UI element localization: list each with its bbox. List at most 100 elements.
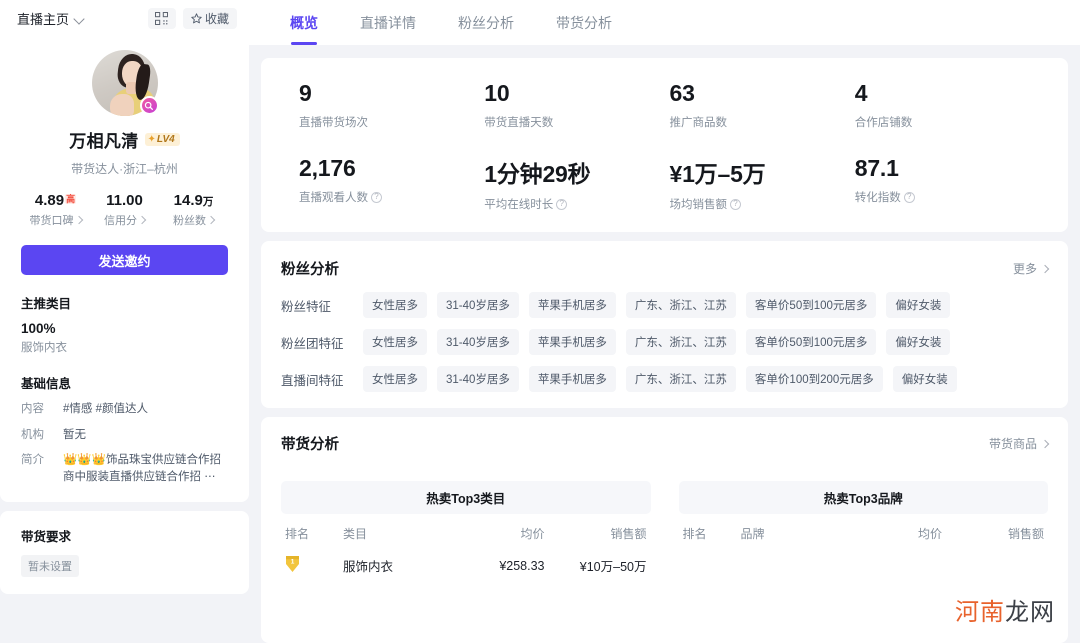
platform-badge-icon	[139, 96, 159, 115]
metric-value: 1分钟29秒	[484, 161, 591, 187]
fans-row-liveroom-traits: 直播间特征 女性居多 31-40岁居多 苹果手机居多 广东、浙江、江苏 客单价1…	[281, 366, 1048, 392]
send-invite-button[interactable]: 发送邀约	[21, 245, 228, 275]
column-sales-amount: 销售额	[610, 527, 647, 541]
top-categories-columns: 排名 类目 均价 销售额	[281, 514, 651, 542]
fans-row-label: 粉丝特征	[281, 299, 332, 314]
top-categories-table: 热卖Top3类目 排名 类目 均价 销售额 1 服饰内衣 ¥258.33 ¥10…	[281, 481, 651, 576]
profile-name-row: 万相凡清 ✦ LV4	[17, 127, 232, 152]
tab-bar: 概览 直播详情 粉丝分析 带货分析	[249, 0, 1080, 45]
qr-code-button[interactable]	[147, 8, 176, 29]
sales-section-header: 带货分析 带货商品	[281, 433, 1050, 454]
main-category-percent: 100%	[21, 321, 56, 336]
stat-reputation-label-row: 带货口碑	[21, 212, 90, 228]
metric-label-row: 转化指数 ?	[855, 189, 1040, 205]
stat-fans-value: 14.9万	[159, 192, 228, 209]
sidebar-topbar-actions: 收藏	[147, 8, 237, 29]
chevron-right-icon	[1040, 439, 1050, 448]
basic-info-row: 机构 暂无	[17, 427, 232, 444]
top-brands-columns: 排名 品牌 均价 销售额	[679, 514, 1049, 542]
favorite-button[interactable]: 收藏	[182, 8, 237, 29]
metric-label-row: 推广商品数	[670, 114, 855, 130]
stat-fans-label: 粉丝数	[173, 215, 206, 227]
fans-row-label: 粉丝团特征	[281, 336, 344, 351]
fans-chip: 苹果手机居多	[528, 292, 616, 318]
stat-fans-label-row: 粉丝数	[159, 212, 228, 228]
fans-row-fan-traits: 粉丝特征 女性居多 31-40岁居多 苹果手机居多 广东、浙江、江苏 客单价50…	[281, 292, 1048, 318]
metric-value: ¥1万–5万	[669, 161, 766, 187]
metric-label: 直播观看人数	[299, 192, 368, 204]
fans-chip: 广东、浙江、江苏	[625, 329, 736, 355]
profile-stats: 4.89 高 带货口碑 11.00 信用分 14.9万 粉丝数	[17, 192, 232, 228]
requirement-tag: 暂未设置	[21, 554, 79, 577]
metric-label: 合作店铺数	[854, 117, 913, 129]
fans-chip: 偏好女装	[886, 292, 951, 318]
metric-label: 转化指数	[854, 192, 901, 204]
sparkle-icon: ✦	[147, 134, 156, 145]
requirement-title: 带货要求	[21, 529, 72, 544]
page-root: 直播主页 收藏 万相凡清 ✦ LV4 带货达人·浙江–杭州 4.89 高 带货口…	[0, 0, 1080, 643]
fans-chip: 广东、浙江、江苏	[625, 292, 736, 318]
basic-info-row: 内容 #情感 #颜值达人	[17, 401, 232, 418]
tab-sales-analysis[interactable]: 带货分析	[535, 0, 633, 45]
profile-name: 万相凡清	[69, 132, 139, 151]
chevron-right-icon	[206, 215, 216, 225]
fans-chip: 女性居多	[363, 329, 427, 355]
basic-info-value: 暂无	[63, 428, 86, 441]
tab-overview[interactable]: 概览	[269, 0, 339, 45]
main-category-title: 主推类目	[21, 297, 72, 311]
main-category-name: 服饰内衣	[21, 342, 67, 354]
content-area: 9 直播带货场次 10 带货直播天数 63 推广商品数 4 合作店铺数 2,17…	[249, 45, 1080, 643]
metric-live-days: 10 带货直播天数	[484, 80, 669, 130]
metric-label: 场均销售额	[669, 199, 728, 211]
stat-fans[interactable]: 14.9万 粉丝数	[159, 192, 228, 228]
live-home-selector[interactable]: 直播主页	[17, 9, 85, 28]
metric-live-sessions: 9 直播带货场次	[299, 80, 484, 130]
tab-fans-analysis[interactable]: 粉丝分析	[437, 0, 535, 45]
metric-avg-sales: ¥1万–5万 场均销售额 ?	[670, 155, 855, 212]
fans-row-fanclub-traits: 粉丝团特征 女性居多 31-40岁居多 苹果手机居多 广东、浙江、江苏 客单价5…	[281, 329, 1048, 355]
metrics-grid: 9 直播带货场次 10 带货直播天数 63 推广商品数 4 合作店铺数 2,17…	[299, 80, 1040, 212]
chevron-right-icon	[74, 215, 83, 225]
sidebar: 直播主页 收藏 万相凡清 ✦ LV4 带货达人·浙江–杭州 4.89 高 带货口…	[0, 0, 249, 643]
column-rank: 排名	[285, 527, 310, 541]
sales-analysis-card: 带货分析 带货商品 热卖Top3类目 排名 类目 均价 销售额 1 服饰内衣 ¥…	[261, 417, 1068, 643]
column-brand: 品牌	[740, 527, 765, 541]
metric-label-row: 平均在线时长 ?	[484, 196, 669, 212]
metric-value: 9	[299, 80, 312, 106]
basic-info-value: #情感 #颜值达人	[63, 403, 148, 415]
stat-credit[interactable]: 11.00 信用分	[90, 192, 159, 228]
basic-info-bio[interactable]: 👑👑👑饰品珠宝供应链合作招商中服装直播供应链合作招 ⋯	[63, 452, 228, 485]
metric-label: 带货直播天数	[484, 117, 554, 129]
stat-credit-label: 信用分	[104, 215, 137, 227]
cell-sales-amount: ¥10万–50万	[579, 560, 647, 574]
tab-live-detail[interactable]: 直播详情	[339, 0, 437, 45]
help-icon[interactable]: ?	[903, 191, 915, 203]
avatar-arm	[109, 94, 134, 116]
stat-reputation-label: 带货口碑	[29, 215, 74, 227]
fans-section-title: 粉丝分析	[281, 262, 339, 278]
sales-products-link[interactable]: 带货商品	[989, 435, 1050, 452]
sales-section-title: 带货分析	[281, 437, 339, 453]
column-avg-price: 均价	[917, 527, 942, 541]
metric-value: 63	[669, 80, 695, 106]
help-icon[interactable]: ?	[371, 191, 382, 203]
chevron-right-icon	[1040, 264, 1050, 273]
help-icon[interactable]: ?	[556, 198, 568, 210]
favorite-label: 收藏	[204, 12, 229, 26]
fans-row-label: 直播间特征	[281, 373, 344, 388]
top-categories-header: 热卖Top3类目	[281, 481, 651, 514]
chevron-right-icon	[137, 215, 147, 225]
stat-credit-label-row: 信用分	[90, 212, 159, 228]
qr-code-icon	[155, 12, 169, 25]
metric-value: 2,176	[299, 155, 356, 181]
chevron-down-icon	[74, 13, 85, 24]
avatar-wrapper	[91, 50, 159, 116]
fans-more-link[interactable]: 更多	[1013, 260, 1050, 277]
stat-credit-value: 11.00	[90, 192, 159, 209]
metric-promoted-products: 63 推广商品数	[670, 80, 855, 130]
requirement-card: 带货要求 暂未设置	[0, 510, 249, 594]
metric-label-row: 直播带货场次	[299, 114, 484, 130]
stat-reputation[interactable]: 4.89 高 带货口碑	[21, 192, 90, 228]
help-icon[interactable]: ?	[730, 198, 741, 210]
stat-fans-unit: 万	[202, 196, 214, 208]
